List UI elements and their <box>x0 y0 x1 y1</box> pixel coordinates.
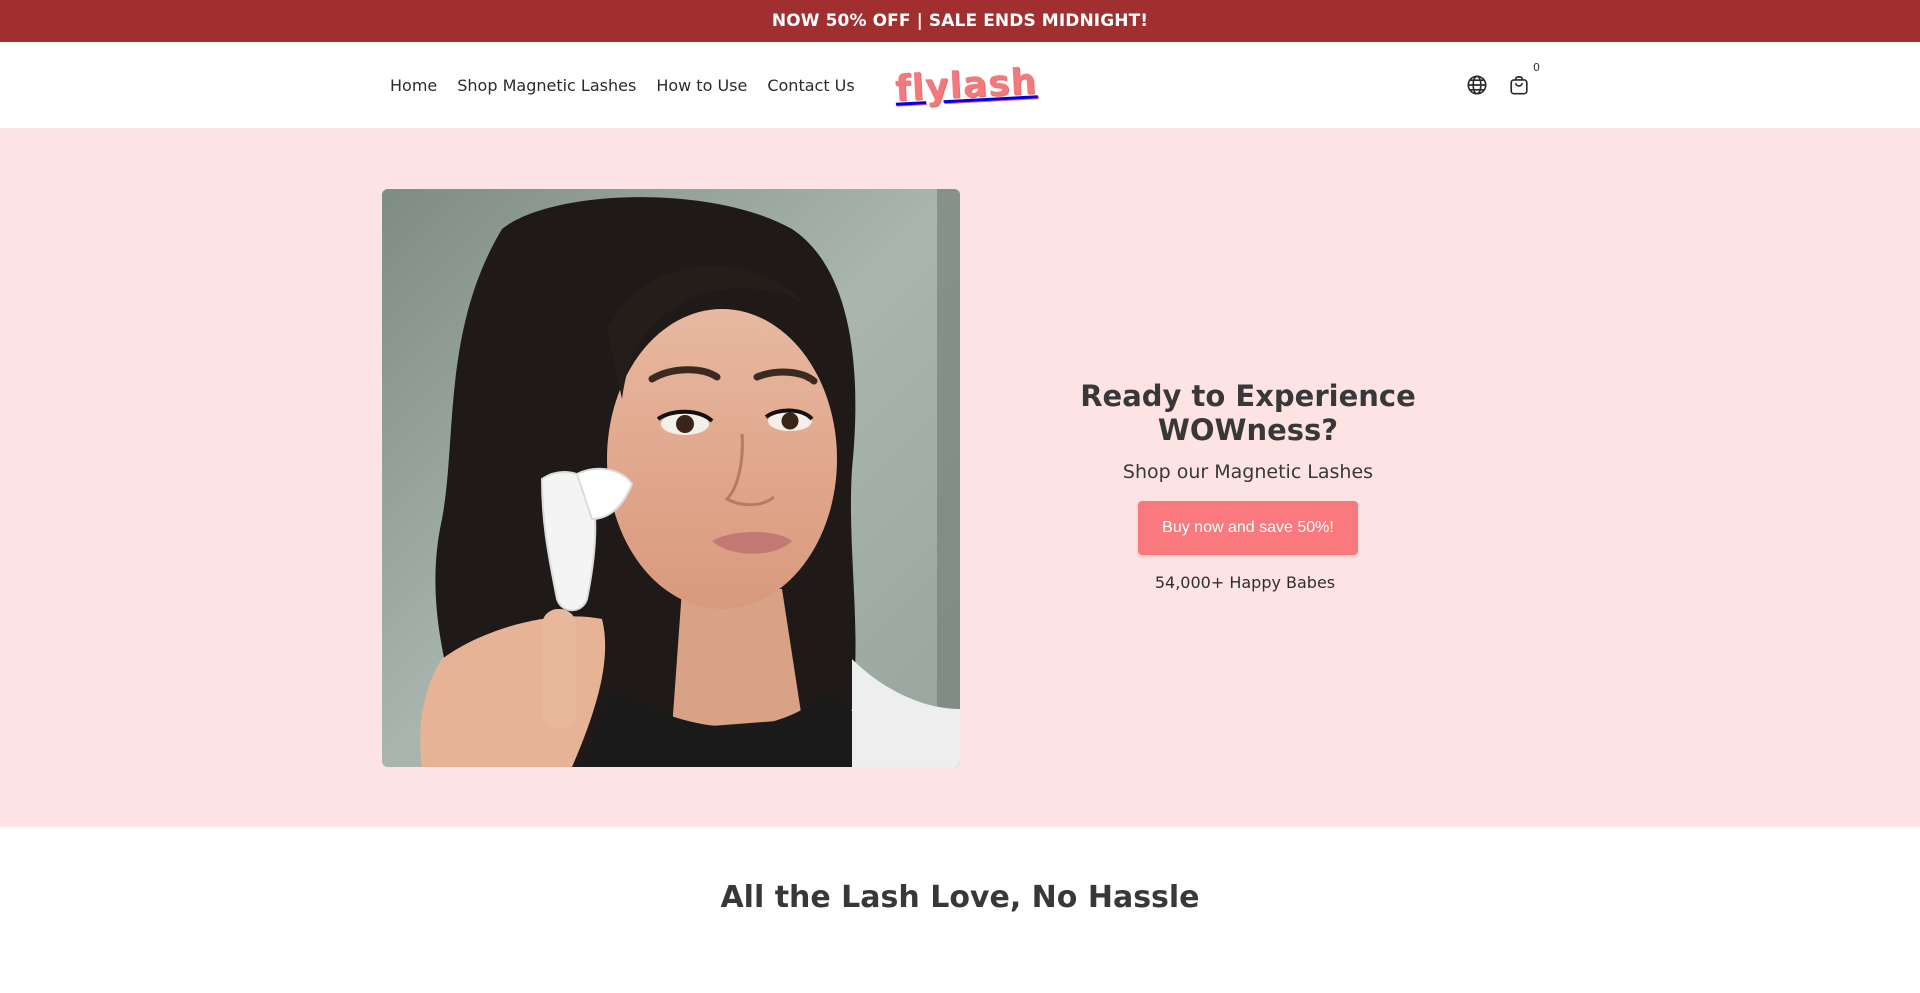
cart-count-badge: 0 <box>1533 61 1540 74</box>
hero-content: Ready to Experience WOWness? Shop our Ma… <box>1000 379 1496 592</box>
hero-photo-illustration <box>382 189 960 767</box>
announcement-text: NOW 50% OFF | SALE ENDS MIDNIGHT! <box>771 11 1149 31</box>
cart-button[interactable]: 0 <box>1507 61 1540 97</box>
happy-customers-count: 54,000+ Happy Babes <box>1154 573 1336 592</box>
hero-title: Ready to Experience WOWness? <box>1080 379 1416 447</box>
header-icons: 0 <box>1465 42 1540 128</box>
hero-subtitle: Shop our Magnetic Lashes <box>1122 461 1374 483</box>
nav-item-home[interactable]: Home <box>390 76 437 95</box>
site-header: Home Shop Magnetic Lashes How to Use Con… <box>0 42 1920 129</box>
announcement-bar: NOW 50% OFF | SALE ENDS MIDNIGHT! <box>0 0 1920 42</box>
nav-item-how-to-use[interactable]: How to Use <box>656 76 747 95</box>
language-button[interactable] <box>1465 73 1489 97</box>
shopping-bag-icon <box>1510 76 1528 95</box>
globe-icon <box>1467 75 1487 95</box>
buy-now-button[interactable]: Buy now and save 50%! <box>1138 501 1358 555</box>
hero-section: Ready to Experience WOWness? Shop our Ma… <box>0 129 1920 827</box>
main-nav: Home Shop Magnetic Lashes How to Use Con… <box>390 42 855 128</box>
logo-text: flylash <box>894 60 1039 110</box>
nav-item-contact-us[interactable]: Contact Us <box>767 76 854 95</box>
site-logo[interactable]: flylash <box>894 60 1039 110</box>
section-title: All the Lash Love, No Hassle <box>720 880 1200 915</box>
nav-item-shop-magnetic-lashes[interactable]: Shop Magnetic Lashes <box>457 76 636 95</box>
hero-image <box>382 189 960 767</box>
